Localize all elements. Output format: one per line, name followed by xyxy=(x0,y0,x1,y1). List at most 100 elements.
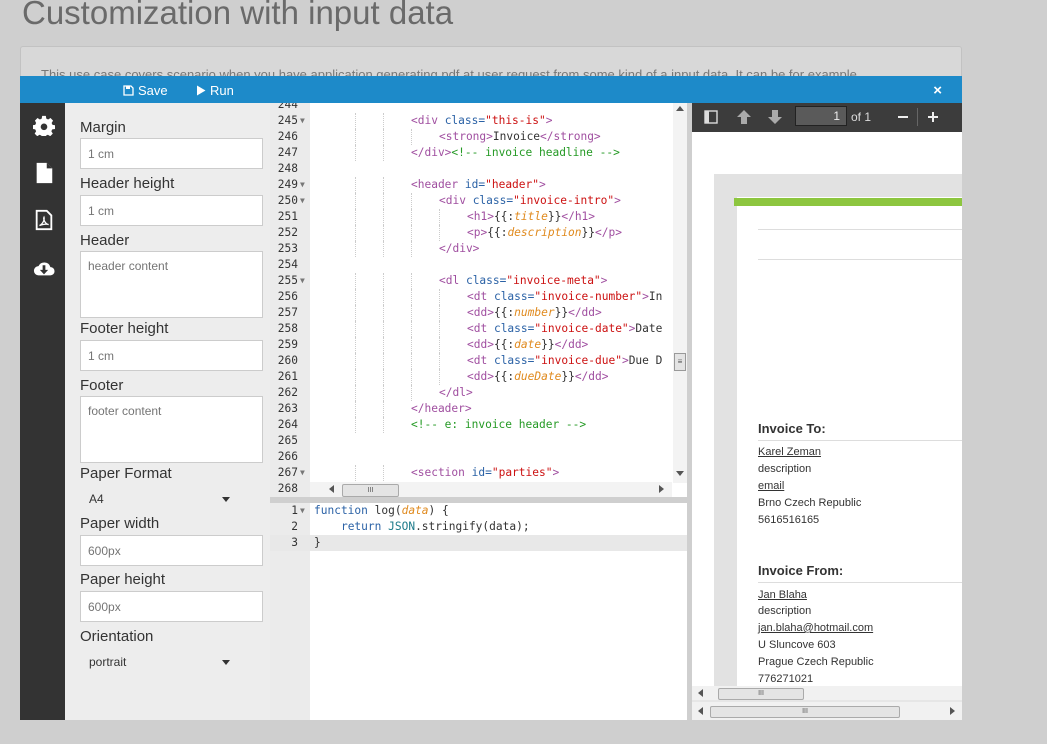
code-line[interactable]: 248 xyxy=(270,161,687,177)
code-text: </dl> xyxy=(439,386,473,399)
scroll-right-arrow-icon[interactable] xyxy=(659,485,664,493)
scroll-right-arrow-icon[interactable] xyxy=(950,707,955,715)
code-line[interactable]: 265 xyxy=(270,433,687,449)
sidebar-toggle-icon[interactable] xyxy=(704,110,718,124)
scroll-left-arrow-icon[interactable] xyxy=(698,689,703,697)
helpers-editor[interactable]: 1 ▼ function log(data) {2 return JSON.stri… xyxy=(270,503,687,720)
scroll-down-arrow-icon[interactable] xyxy=(676,471,684,476)
indent-guide xyxy=(383,145,384,161)
code-line[interactable]: 3} xyxy=(270,535,687,551)
code-line[interactable]: 263 </header> xyxy=(270,401,687,417)
fold-arrow-icon[interactable]: ▼ xyxy=(300,177,305,193)
save-icon xyxy=(123,85,134,96)
code-line[interactable]: 1 ▼ function log(data) { xyxy=(270,503,687,519)
footer-textarea[interactable] xyxy=(80,396,263,463)
indent-guide xyxy=(411,193,412,209)
paper-width-input[interactable] xyxy=(80,535,263,566)
pdf-divider xyxy=(758,259,962,260)
code-text: <dd>{{:dueDate}}</dd> xyxy=(467,370,609,383)
code-line[interactable]: 246 <strong>Invoice</strong> xyxy=(270,129,687,145)
indent-guide xyxy=(355,113,356,129)
code-line[interactable]: 258 <dt class="invoice-date">Date xyxy=(270,321,687,337)
orientation-select[interactable]: portrait xyxy=(80,649,240,675)
pdf-toolbar: of 1 xyxy=(692,103,962,132)
indent-guide xyxy=(411,385,412,401)
invoice-to-email: email xyxy=(758,480,785,492)
code-line[interactable]: 264 <!-- e: invoice header --> xyxy=(270,417,687,433)
margin-input[interactable] xyxy=(80,138,263,169)
scroll-thumb[interactable]: ≡ xyxy=(674,353,686,371)
fold-arrow-icon[interactable]: ▼ xyxy=(300,503,305,519)
run-button[interactable]: Run xyxy=(196,76,234,103)
html-template-editor[interactable]: 244 245 ▼ <div class="this-is"> 246 <strong>I… xyxy=(270,103,687,497)
code-line[interactable]: 259 <dd>{{:date}}</dd> xyxy=(270,337,687,353)
pdf-icon[interactable] xyxy=(33,209,55,231)
gear-icon[interactable] xyxy=(33,114,55,136)
code-line[interactable]: 250 ▼ <div class="invoice-intro"> xyxy=(270,193,687,209)
code-line[interactable]: 2 return JSON.stringify(data); xyxy=(270,519,687,535)
code-line[interactable]: 266 xyxy=(270,449,687,465)
pdf-page-horizontal-scrollbar[interactable]: III xyxy=(692,686,962,700)
header-height-input[interactable] xyxy=(80,195,263,226)
editor-horizontal-scrollbar[interactable]: III xyxy=(310,482,672,497)
editor-vertical-scrollbar[interactable]: ≡ xyxy=(673,103,687,483)
indent-guide xyxy=(355,129,356,145)
code-text: <section id="parties"> xyxy=(411,466,560,479)
line-number: 256 xyxy=(277,290,298,303)
pdf-viewer-horizontal-scrollbar[interactable]: III xyxy=(692,702,962,720)
line-number: 245 xyxy=(277,114,298,127)
indent-guide xyxy=(411,129,412,145)
editor-toolbar: Save Run × xyxy=(20,76,962,103)
scroll-thumb[interactable]: III xyxy=(718,688,804,700)
arrow-up-icon[interactable] xyxy=(736,109,752,125)
fold-arrow-icon[interactable]: ▼ xyxy=(300,273,305,289)
file-icon[interactable] xyxy=(33,162,55,184)
line-number: 250 xyxy=(277,194,298,207)
zoom-in-icon[interactable] xyxy=(926,110,940,124)
paper-height-input[interactable] xyxy=(80,591,263,622)
arrow-down-icon[interactable] xyxy=(767,109,783,125)
header-textarea[interactable] xyxy=(80,251,263,318)
code-line[interactable]: 247 </div><!-- invoice headline --> xyxy=(270,145,687,161)
indent-guide xyxy=(411,289,412,305)
code-line[interactable]: 256 <dt class="invoice-number">In xyxy=(270,289,687,305)
code-line[interactable]: 254 xyxy=(270,257,687,273)
close-button[interactable]: × xyxy=(933,76,942,103)
indent-guide xyxy=(383,417,384,433)
fold-arrow-icon[interactable]: ▼ xyxy=(300,465,305,481)
scroll-left-arrow-icon[interactable] xyxy=(329,485,334,493)
indent-guide xyxy=(355,401,356,417)
code-line[interactable]: 262 </dl> xyxy=(270,385,687,401)
paper-format-select[interactable]: A4 xyxy=(80,486,240,512)
cloud-download-icon[interactable] xyxy=(33,257,55,279)
code-line[interactable]: 253 </div> xyxy=(270,241,687,257)
code-text: <dl class="invoice-meta"> xyxy=(439,274,608,287)
code-line[interactable]: 244 xyxy=(270,103,687,113)
code-line[interactable]: 260 <dt class="invoice-due">Due D xyxy=(270,353,687,369)
code-line[interactable]: 255 ▼ <dl class="invoice-meta"> xyxy=(270,273,687,289)
scroll-thumb[interactable]: III xyxy=(710,706,900,718)
footer-label: Footer xyxy=(80,377,124,394)
code-line[interactable]: 261 <dd>{{:dueDate}}</dd> xyxy=(270,369,687,385)
fold-arrow-icon[interactable]: ▼ xyxy=(300,193,305,209)
scroll-thumb[interactable]: III xyxy=(342,484,399,497)
save-button[interactable]: Save xyxy=(123,76,168,103)
code-line[interactable]: 245 ▼ <div class="this-is"> xyxy=(270,113,687,129)
code-line[interactable]: 249 ▼ <header id="header"> xyxy=(270,177,687,193)
fold-arrow-icon[interactable]: ▼ xyxy=(300,113,305,129)
indent-guide xyxy=(411,305,412,321)
zoom-out-icon[interactable] xyxy=(896,110,910,124)
code-text: <div class="this-is"> xyxy=(411,114,553,127)
indent-guide xyxy=(383,369,384,385)
code-line[interactable]: 251 <h1>{{:title}}</h1> xyxy=(270,209,687,225)
scroll-left-arrow-icon[interactable] xyxy=(698,707,703,715)
code-line[interactable]: 267 ▼ <section id="parties"> xyxy=(270,465,687,481)
indent-guide xyxy=(383,273,384,289)
scroll-up-arrow-icon[interactable] xyxy=(676,106,684,111)
page-number-input[interactable] xyxy=(795,106,847,126)
orientation-label: Orientation xyxy=(80,628,154,645)
code-line[interactable]: 257 <dd>{{:number}}</dd> xyxy=(270,305,687,321)
code-line[interactable]: 252 <p>{{:description}}</p> xyxy=(270,225,687,241)
footer-height-input[interactable] xyxy=(80,340,263,371)
invoice-from-email: jan.blaha@hotmail.com xyxy=(758,622,874,634)
